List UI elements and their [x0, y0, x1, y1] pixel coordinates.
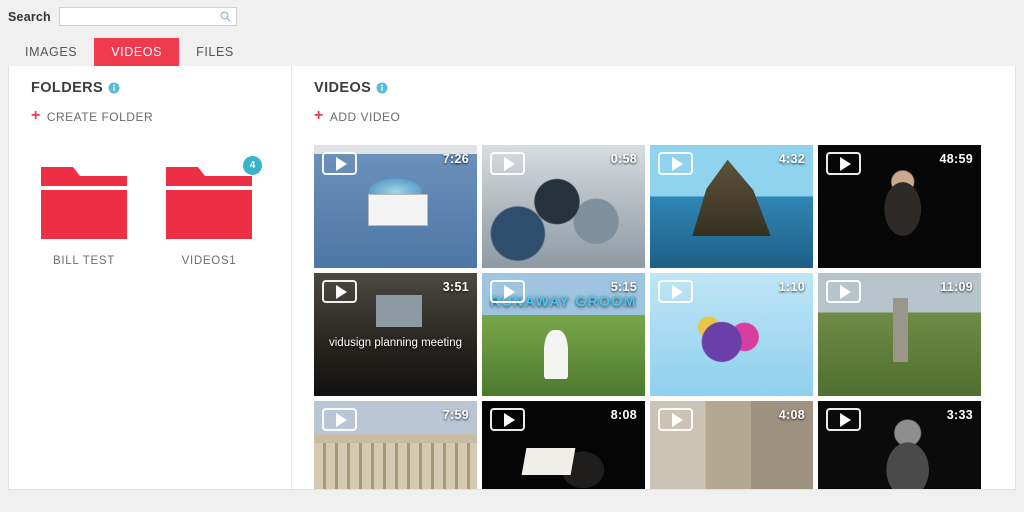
add-video-button[interactable]: + ADD VIDEO: [314, 107, 1015, 125]
video-duration: 8:08: [610, 408, 637, 422]
play-triangle: [335, 156, 347, 171]
folder-item[interactable]: BILL TEST: [39, 161, 129, 267]
folder-name: BILL TEST: [53, 255, 115, 267]
create-folder-button[interactable]: + CREATE FOLDER: [31, 107, 291, 125]
video-card[interactable]: 7:26: [314, 145, 477, 268]
play-triangle: [671, 284, 683, 299]
video-card[interactable]: 11:09: [818, 273, 981, 396]
folder-list: BILL TEST 4 VIDEOS1: [31, 145, 291, 267]
play-triangle: [503, 284, 515, 299]
tab-bar: IMAGES VIDEOS FILES: [0, 33, 1024, 66]
video-card[interactable]: 4:32: [650, 145, 813, 268]
play-icon[interactable]: [826, 152, 861, 175]
video-card[interactable]: 4:08: [650, 401, 813, 489]
videos-title: VIDEOS: [314, 80, 372, 96]
play-icon[interactable]: [826, 280, 861, 303]
folders-sidebar: FOLDERS + CREATE FOLDER BILL TEST 4 VIDE…: [9, 66, 292, 489]
info-icon[interactable]: [376, 82, 388, 94]
video-duration: 7:59: [442, 408, 469, 422]
video-card[interactable]: RUNAWAY GROOM 5:15: [482, 273, 645, 396]
play-triangle: [671, 412, 683, 427]
play-icon[interactable]: [322, 152, 357, 175]
play-triangle: [839, 156, 851, 171]
folder-count-badge: 4: [243, 156, 262, 175]
play-triangle: [839, 284, 851, 299]
folder-name: VIDEOS1: [181, 255, 237, 267]
info-icon[interactable]: [108, 82, 120, 94]
play-icon[interactable]: [322, 408, 357, 431]
video-card[interactable]: 0:58: [482, 145, 645, 268]
video-duration: 11:09: [940, 280, 973, 294]
video-duration: 3:33: [946, 408, 973, 422]
play-triangle: [335, 284, 347, 299]
video-duration: 4:08: [778, 408, 805, 422]
video-card[interactable]: 3:33: [818, 401, 981, 489]
folder-item[interactable]: 4 VIDEOS1: [164, 156, 262, 267]
folders-title: FOLDERS: [31, 80, 104, 96]
tab-videos[interactable]: VIDEOS: [94, 38, 180, 66]
create-folder-label: CREATE FOLDER: [46, 110, 154, 124]
video-duration: 4:32: [778, 152, 805, 166]
video-card[interactable]: 7:59: [314, 401, 477, 489]
folders-header: FOLDERS: [31, 80, 291, 96]
search-bar: Search: [0, 0, 1024, 33]
content-panel: FOLDERS + CREATE FOLDER BILL TEST 4 VIDE…: [8, 66, 1016, 490]
search-icon[interactable]: [220, 11, 231, 22]
play-icon[interactable]: [826, 408, 861, 431]
folder-icon: [39, 161, 129, 243]
tab-images[interactable]: IMAGES: [8, 38, 95, 66]
video-duration: 1:10: [778, 280, 805, 294]
add-video-label: ADD VIDEO: [329, 110, 401, 124]
tab-files[interactable]: FILES: [179, 38, 251, 66]
search-input[interactable]: [59, 8, 236, 25]
video-duration: 7:26: [442, 152, 469, 166]
play-icon[interactable]: [658, 280, 693, 303]
video-duration: 5:15: [610, 280, 637, 294]
videos-header: VIDEOS: [314, 80, 1015, 96]
video-duration: 3:51: [442, 280, 469, 294]
play-icon[interactable]: [322, 280, 357, 303]
play-triangle: [503, 412, 515, 427]
video-card[interactable]: 1:10: [650, 273, 813, 396]
play-icon[interactable]: [490, 152, 525, 175]
play-triangle: [335, 412, 347, 427]
play-icon[interactable]: [490, 280, 525, 303]
video-overlay-caption: vidusign planning meeting: [329, 336, 462, 349]
play-triangle: [839, 412, 851, 427]
video-card[interactable]: 48:59: [818, 145, 981, 268]
play-triangle: [503, 156, 515, 171]
folder-icon: 4: [164, 156, 262, 243]
play-icon[interactable]: [658, 152, 693, 175]
plus-icon: +: [314, 107, 324, 124]
videos-content: VIDEOS + ADD VIDEO 7:26 0:58 4:32 48:59 vidu…: [292, 66, 1015, 489]
play-icon[interactable]: [490, 408, 525, 431]
video-grid: 7:26 0:58 4:32 48:59 vidusign planning meeti…: [314, 145, 1015, 489]
plus-icon: +: [31, 107, 41, 124]
video-duration: 0:58: [610, 152, 637, 166]
search-field-wrapper[interactable]: [58, 7, 237, 26]
play-icon[interactable]: [658, 408, 693, 431]
video-card[interactable]: vidusign planning meeting 3:51: [314, 273, 477, 396]
video-duration: 48:59: [939, 152, 973, 166]
video-card[interactable]: 8:08: [482, 401, 645, 489]
search-label: Search: [8, 9, 51, 24]
play-triangle: [671, 156, 683, 171]
